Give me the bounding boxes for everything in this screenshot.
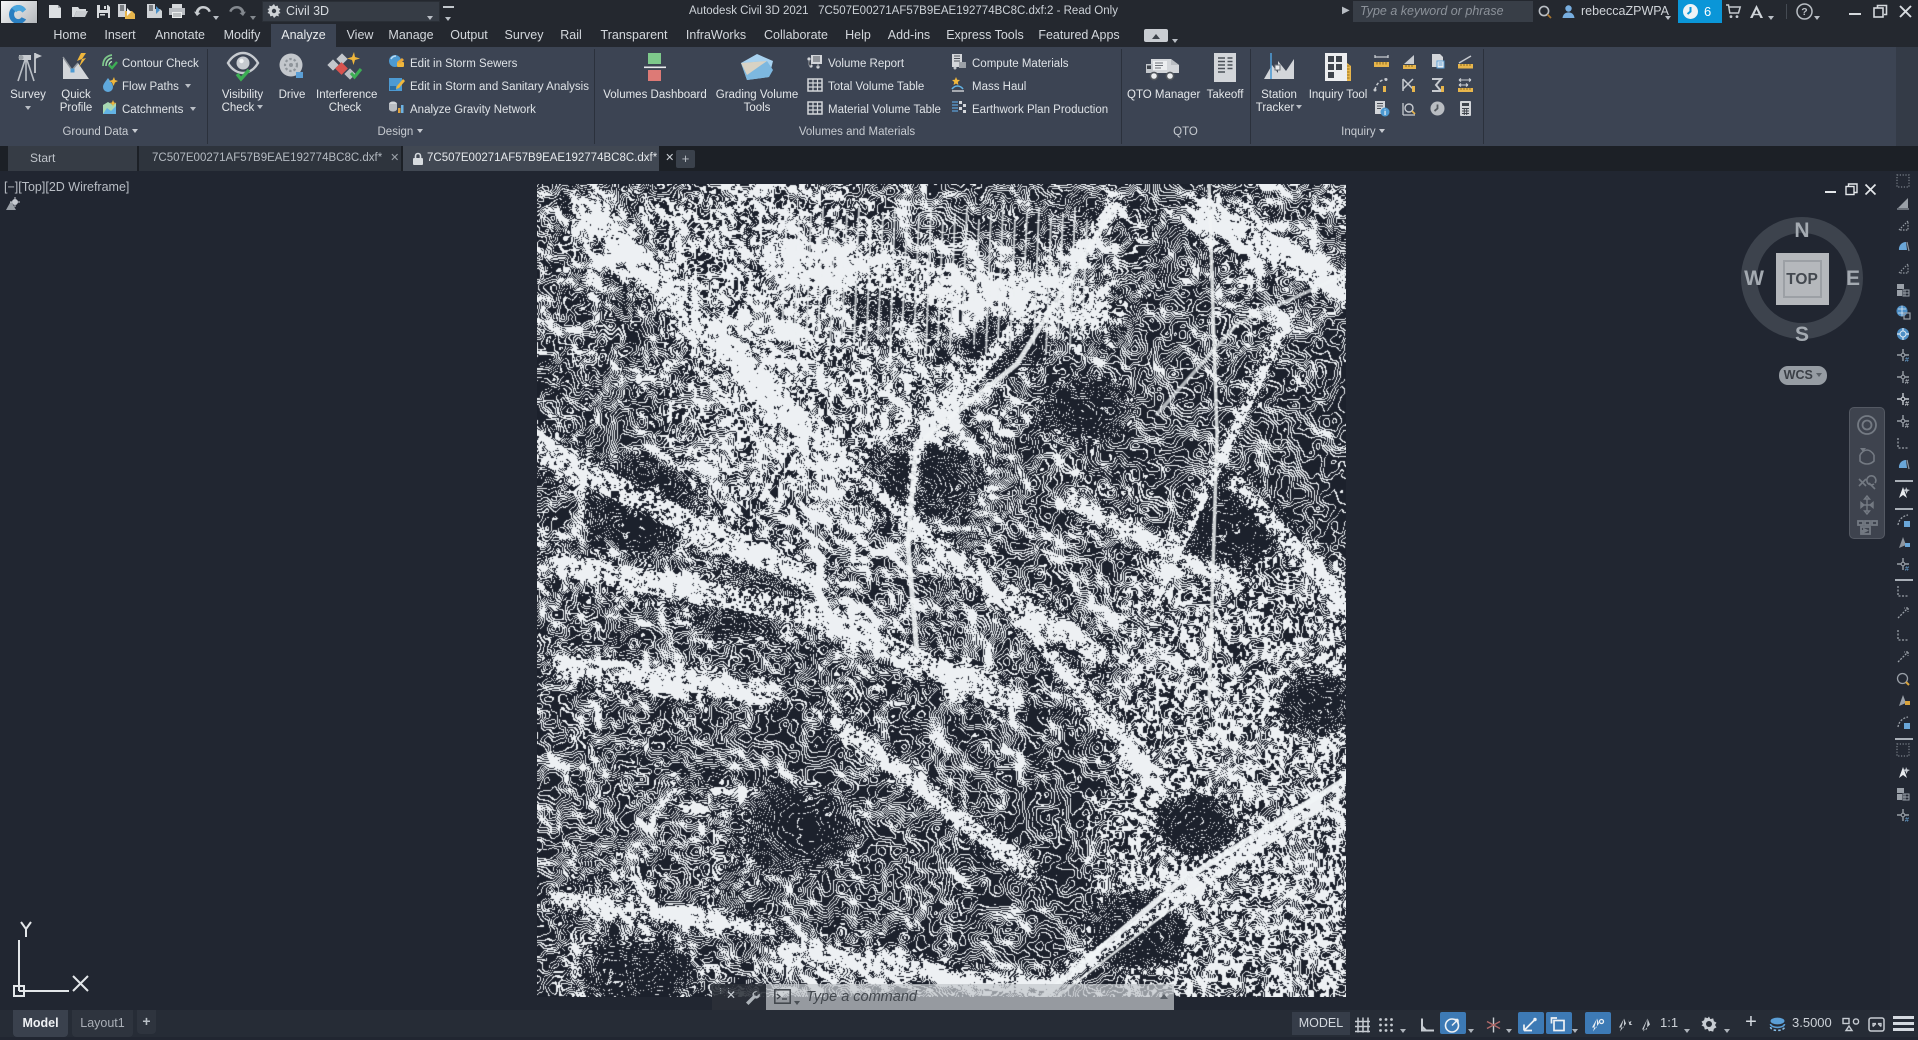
svg-text:TOP: TOP xyxy=(1786,271,1818,288)
svg-text:S: S xyxy=(1795,323,1809,346)
svg-text:#: # xyxy=(1905,817,1909,823)
svg-text:i: i xyxy=(1384,108,1386,117)
svg-text:#: # xyxy=(1905,401,1909,407)
svg-text:#: # xyxy=(1905,379,1909,385)
svg-text:E: E xyxy=(1846,267,1860,290)
svg-text:W: W xyxy=(1744,267,1764,290)
svg-text:#: # xyxy=(1905,357,1909,363)
svg-text:#: # xyxy=(1905,566,1909,572)
svg-text:?: ? xyxy=(1801,6,1807,18)
svg-text:N: N xyxy=(1794,219,1809,242)
svg-text:#: # xyxy=(1905,423,1909,429)
